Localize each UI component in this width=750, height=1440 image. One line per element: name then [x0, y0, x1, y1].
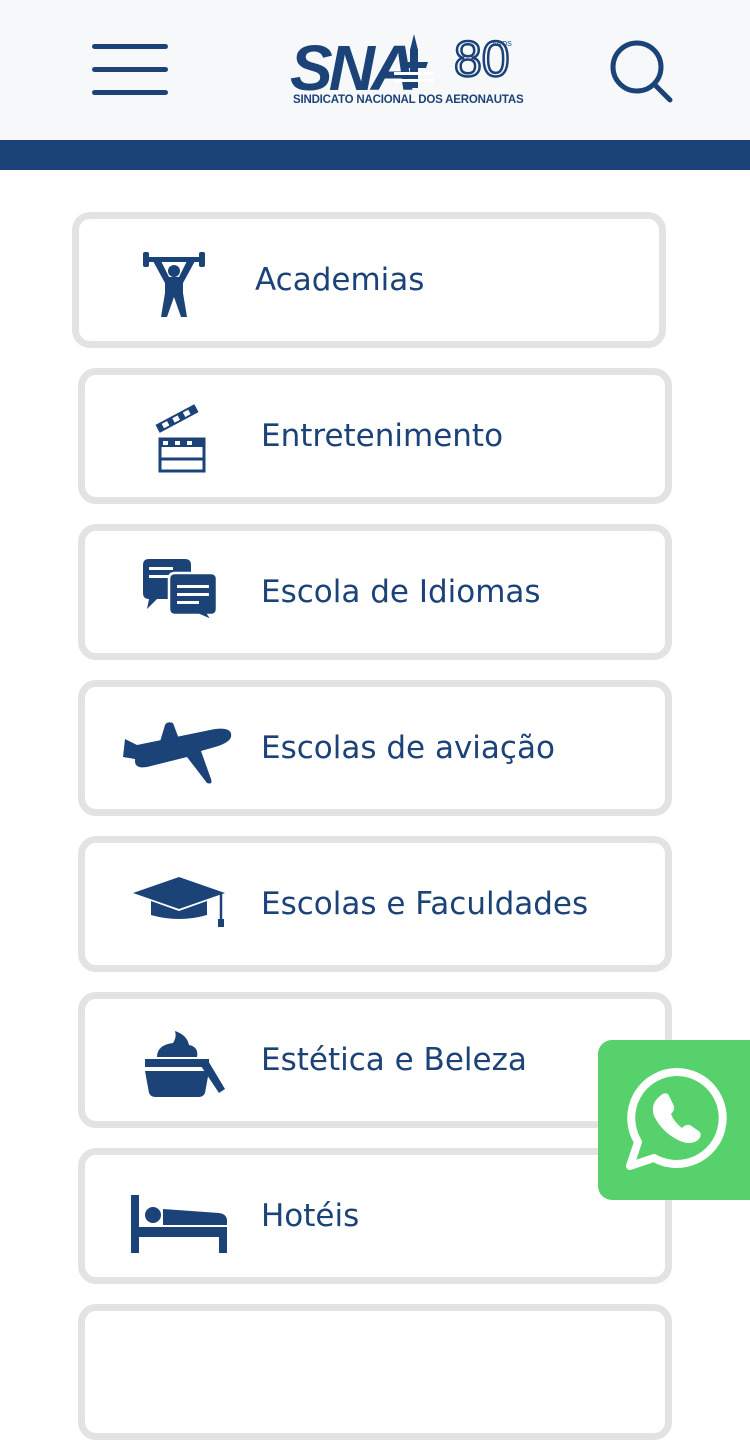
category-label: Academias: [255, 262, 425, 298]
clapperboard-icon: [115, 399, 235, 473]
whatsapp-button[interactable]: [598, 1040, 750, 1200]
logo-anniversary-label: ANOS: [492, 41, 512, 48]
weightlifter-icon: [109, 243, 229, 317]
category-academias[interactable]: Academias: [72, 212, 666, 348]
svg-text:80: 80: [454, 31, 510, 87]
whatsapp-icon: [626, 1067, 727, 1170]
bed-icon: [115, 1179, 235, 1253]
category-label: Escolas e Faculdades: [261, 886, 589, 922]
category-estetica-e-beleza[interactable]: Estética e Beleza: [78, 992, 672, 1128]
category-label: Estética e Beleza: [261, 1042, 527, 1078]
sna-logo-mark: SNA 80 ANOS: [290, 30, 512, 104]
logo-tagline: SINDICATO NACIONAL DOS AERONAUTAS: [293, 94, 524, 106]
category-label: Escolas de aviação: [261, 730, 555, 766]
cream-jar-icon: [115, 1023, 235, 1097]
graduation-cap-icon: [115, 867, 235, 941]
category-entretenimento[interactable]: Entretenimento: [78, 368, 672, 504]
sna-logo[interactable]: SNA 80 ANOS SINDICATO NACIONAL DOS AERON…: [290, 28, 524, 114]
category-escolas-de-aviacao[interactable]: Escolas de aviação: [78, 680, 672, 816]
hamburger-menu-icon[interactable]: [92, 44, 168, 96]
category-label: Escola de Idiomas: [261, 574, 541, 610]
chat-bubbles-icon: [115, 555, 235, 629]
category-label: Entretenimento: [261, 418, 504, 454]
category-escolas-e-faculdades[interactable]: Escolas e Faculdades: [78, 836, 672, 972]
category-hoteis[interactable]: Hotéis: [78, 1148, 672, 1284]
airplane-icon: [115, 711, 235, 785]
svg-text:SNA: SNA: [290, 32, 413, 96]
search-icon[interactable]: [608, 38, 676, 104]
category-escola-de-idiomas[interactable]: Escola de Idiomas: [78, 524, 672, 660]
category-next-partial[interactable]: [78, 1304, 672, 1440]
app-header: SNA 80 ANOS SINDICATO NACIONAL DOS AERON…: [0, 0, 750, 140]
header-accent-bar: [0, 140, 750, 170]
category-label: Hotéis: [261, 1198, 360, 1234]
